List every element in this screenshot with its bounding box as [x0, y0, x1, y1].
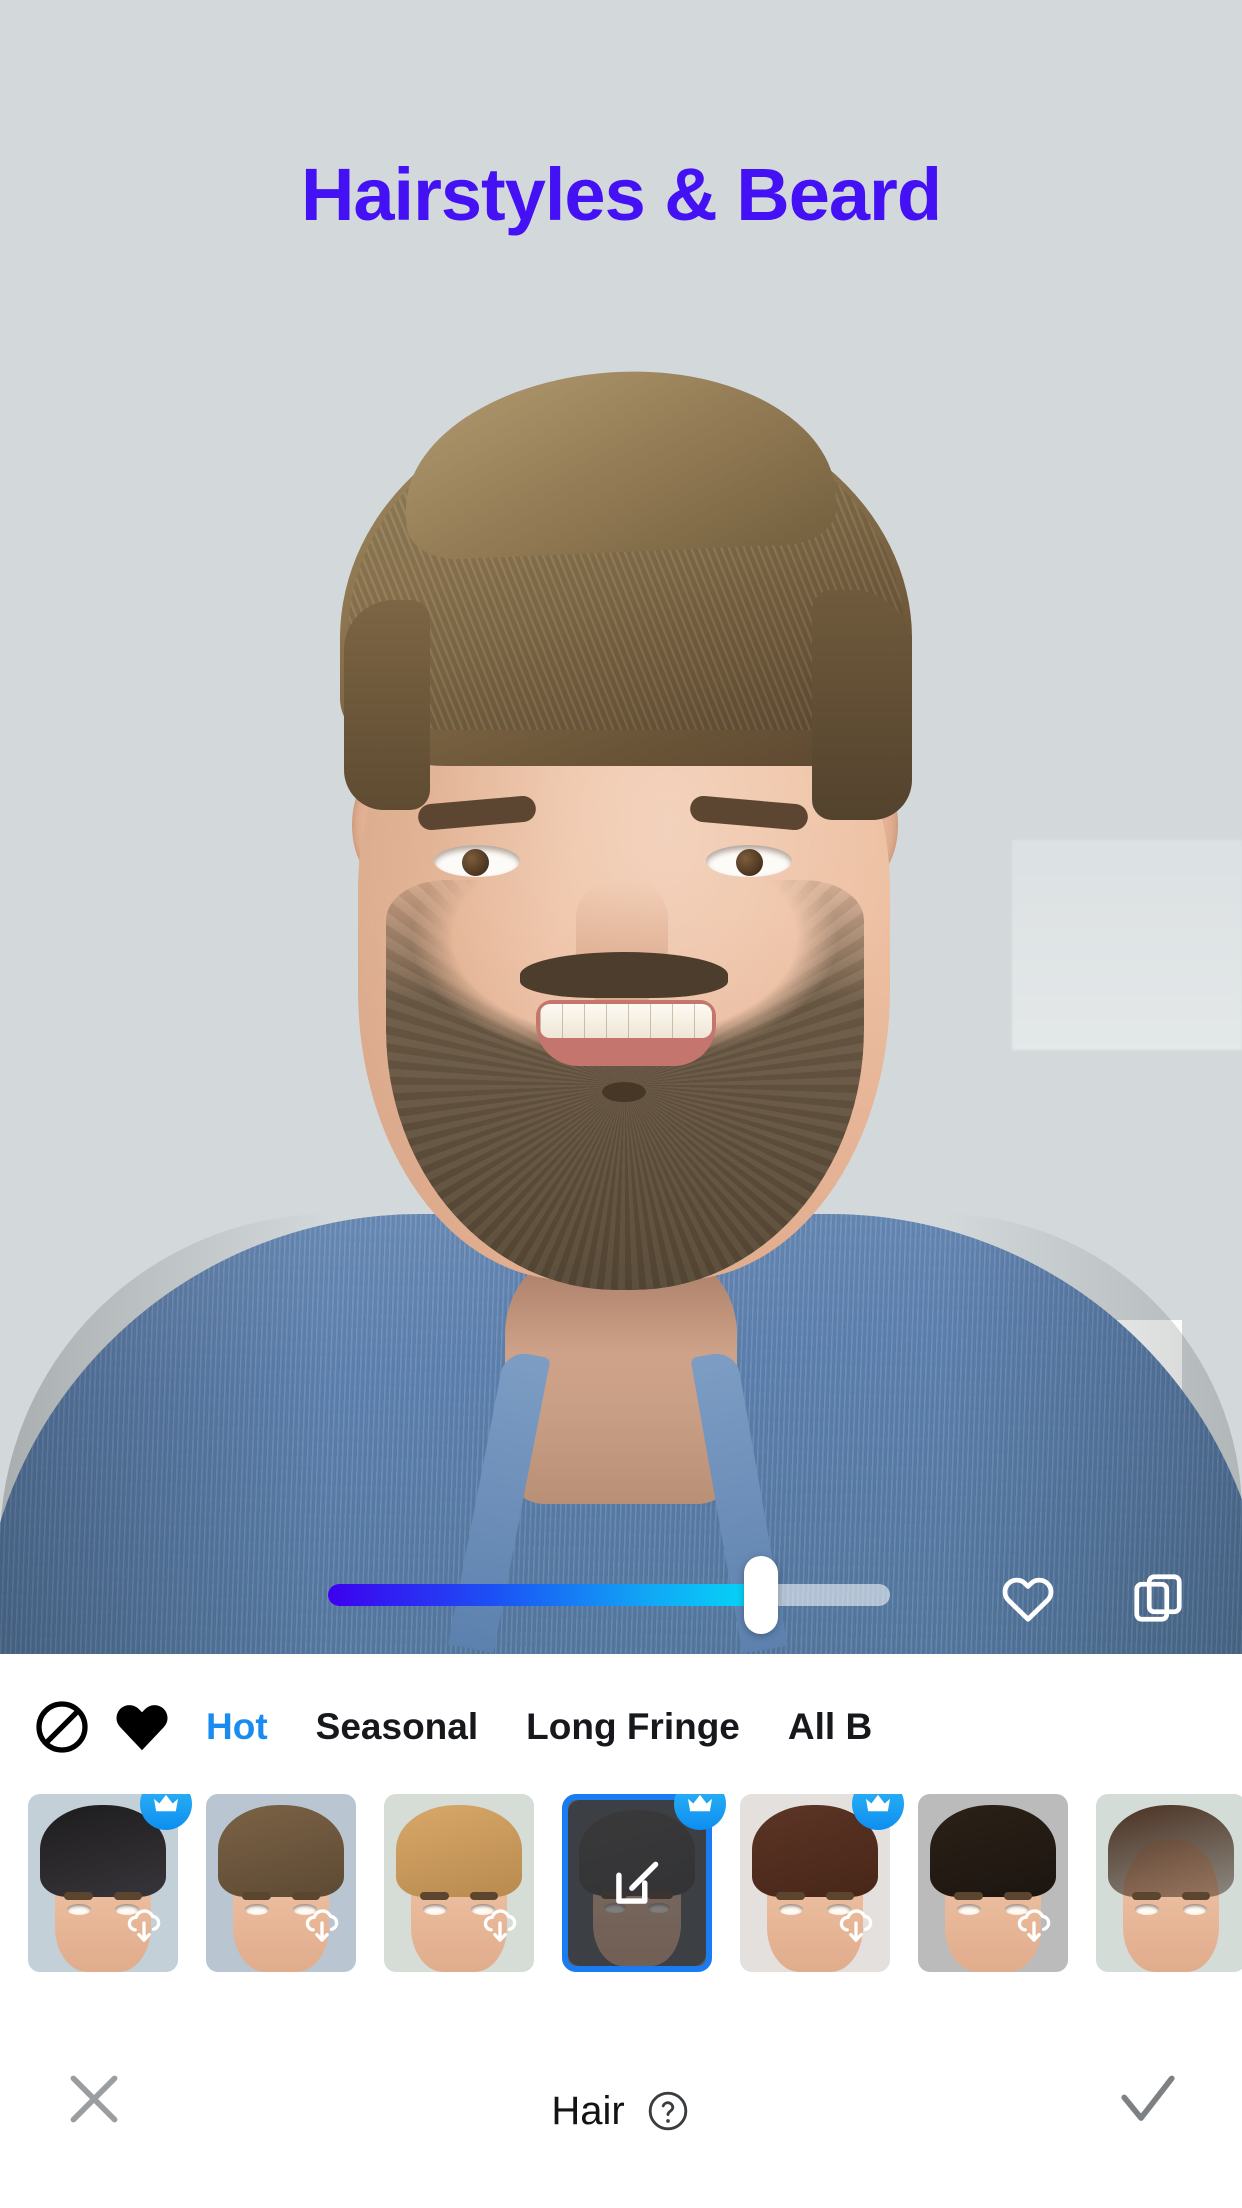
tool-label-group: Hair [0, 2014, 1242, 2208]
compare-button[interactable] [1128, 1568, 1188, 1628]
thumbnail-7[interactable] [1096, 1794, 1242, 1972]
confirm-button[interactable] [1110, 2061, 1186, 2137]
cloud-download-icon [1017, 1909, 1051, 1942]
tab-all-beard[interactable]: All B [764, 1706, 896, 1748]
cloud-download-badge[interactable] [120, 1902, 168, 1946]
favorites-tab-button[interactable] [102, 1687, 182, 1767]
no-style-button[interactable] [22, 1687, 102, 1767]
hair-quiff [400, 362, 838, 562]
thumbnail-eye-l [779, 1904, 803, 1916]
tab-seasonal[interactable]: Seasonal [292, 1706, 502, 1748]
thumbnail-hair [396, 1804, 522, 1898]
thumbnail-brow-r [1003, 1891, 1032, 1900]
cloud-download-badge[interactable] [476, 1902, 524, 1946]
cloud-download-icon [127, 1909, 161, 1942]
thumbnail-eye-l [957, 1904, 981, 1916]
style-thumbnail-strip[interactable] [0, 1794, 1242, 1994]
subject-portrait [0, 0, 1242, 1654]
cloud-download-badge[interactable] [1010, 1902, 1058, 1946]
edit-square-icon [616, 1861, 659, 1904]
thumbnail-brow-l [1132, 1891, 1161, 1900]
cloud-download-badge[interactable] [832, 1902, 880, 1946]
thumbnail-eye-l [245, 1904, 269, 1916]
action-bar: Hair [0, 2014, 1242, 2208]
slider-row [0, 1540, 1242, 1650]
cloud-download-icon [483, 1909, 517, 1942]
tool-label: Hair [551, 2088, 625, 2133]
thumbnail-brow-r [469, 1891, 498, 1900]
thumbnail-4[interactable] [562, 1794, 726, 1972]
thumbnail-brow-r [291, 1891, 320, 1900]
cloud-download-icon [305, 1909, 339, 1942]
layers-compare-icon [1134, 1574, 1182, 1622]
thumbnail-image [1096, 1794, 1242, 1972]
thumbnail-hair [218, 1804, 344, 1898]
bottom-panel: Hot Seasonal Long Fringe All B Hair [0, 1654, 1242, 2208]
thumbnail-brow-l [242, 1891, 271, 1900]
thumbnail-brow-l [776, 1891, 805, 1900]
thumbnail-brow-r [113, 1891, 142, 1900]
thumbnail-eye-l [67, 1904, 91, 1916]
thumbnail-2[interactable] [206, 1794, 356, 1972]
cloud-download-badge[interactable] [298, 1902, 346, 1946]
tab-long-fringe[interactable]: Long Fringe [502, 1706, 764, 1748]
crown-icon [866, 1794, 890, 1812]
no-symbol-icon [36, 1701, 88, 1753]
soul-patch [602, 1082, 646, 1102]
thumbnail-eye-l [1135, 1904, 1159, 1916]
hair-side-left [344, 600, 430, 810]
thumbnail-eye-l [423, 1904, 447, 1916]
thumbnail-brow-l [954, 1891, 983, 1900]
slider-fill [328, 1584, 753, 1606]
thumbnail-hair [930, 1804, 1056, 1898]
teeth-detail [540, 1004, 712, 1038]
photo-canvas[interactable]: Hairstyles & Beard [0, 0, 1242, 1654]
cloud-download-icon [839, 1909, 873, 1942]
thumbnail-5[interactable] [740, 1794, 904, 1972]
mouth [536, 1000, 716, 1066]
page-title: Hairstyles & Beard [300, 153, 942, 236]
heart-outline-icon [1002, 1577, 1054, 1622]
heart-filled-icon [116, 1705, 168, 1751]
thumbnail-3[interactable] [384, 1794, 534, 1972]
thumbnail-6[interactable] [918, 1794, 1068, 1972]
thumbnail-brow-l [420, 1891, 449, 1900]
thumbnail-brow-l [64, 1891, 93, 1900]
thumbnail-hair [1108, 1804, 1234, 1898]
hair-side-right [812, 590, 912, 820]
thumbnail-1[interactable] [28, 1794, 192, 1972]
iris-left [462, 849, 489, 876]
slider-thumb[interactable] [744, 1556, 778, 1634]
app-root: Hairstyles & Beard Hot Seasonal Long Fri… [0, 0, 1242, 2208]
thumbnail-brow-r [825, 1891, 854, 1900]
question-circle-icon[interactable] [645, 2088, 691, 2134]
category-tab-bar: Hot Seasonal Long Fringe All B [0, 1654, 1242, 1800]
iris-right [736, 849, 763, 876]
crown-icon [154, 1794, 178, 1812]
checkmark-icon [1121, 2075, 1175, 2121]
mustache [520, 952, 728, 998]
thumbnail-eye-r [1183, 1904, 1207, 1916]
crown-icon [688, 1794, 712, 1812]
favorite-button[interactable] [998, 1568, 1058, 1628]
tab-hot[interactable]: Hot [182, 1706, 292, 1748]
thumbnail-brow-r [1181, 1891, 1210, 1900]
